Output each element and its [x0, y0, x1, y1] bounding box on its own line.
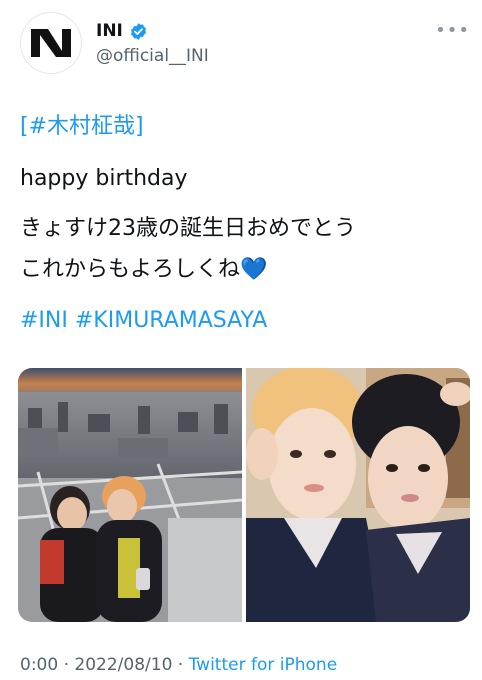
tweet-meta: 0:00 · 2022/08/10 · Twitter for iPhone	[20, 655, 337, 675]
japanese-line-1: きょすけ23歳の誕生日おめでとう	[20, 216, 356, 241]
more-dots-icon[interactable]: •••	[435, 20, 470, 41]
meta-separator: ·	[172, 655, 189, 675]
ini-logo-icon	[31, 29, 71, 57]
rooftop-photo[interactable]	[18, 368, 242, 622]
blue-heart-icon: 💙	[240, 257, 268, 282]
hashtags-line: #INI #KIMURAMASAYA	[20, 306, 267, 336]
media-grid	[18, 368, 470, 622]
tweet-source[interactable]: Twitter for iPhone	[189, 655, 338, 675]
japanese-line-2: これからもよろしくね💙	[20, 255, 267, 285]
bracket-open: [	[20, 114, 29, 139]
hashtag-ini[interactable]: #INI	[20, 308, 68, 333]
hashtag-line: [#木村柾哉]	[20, 112, 144, 142]
tweet-time[interactable]: 0:00	[20, 655, 58, 675]
user-handle[interactable]: @official__INI	[96, 46, 209, 66]
hashtag-kimura-jp[interactable]: #木村柾哉	[29, 114, 135, 139]
verified-badge-icon	[129, 22, 148, 41]
avatar[interactable]	[20, 12, 82, 74]
tweet-date[interactable]: 2022/08/10	[74, 655, 172, 675]
japanese-line-2-text: これからもよろしくね	[20, 257, 241, 282]
meta-separator: ·	[58, 655, 75, 675]
tweet-header: INI @official__INI •••	[20, 12, 470, 74]
hashtag-kimuramasaya[interactable]: #KIMURAMASAYA	[75, 308, 267, 333]
selfie-photo[interactable]	[246, 368, 470, 622]
birthday-line: happy birthday	[20, 166, 188, 191]
bracket-close: ]	[135, 114, 144, 139]
display-name[interactable]: INI	[96, 21, 123, 41]
